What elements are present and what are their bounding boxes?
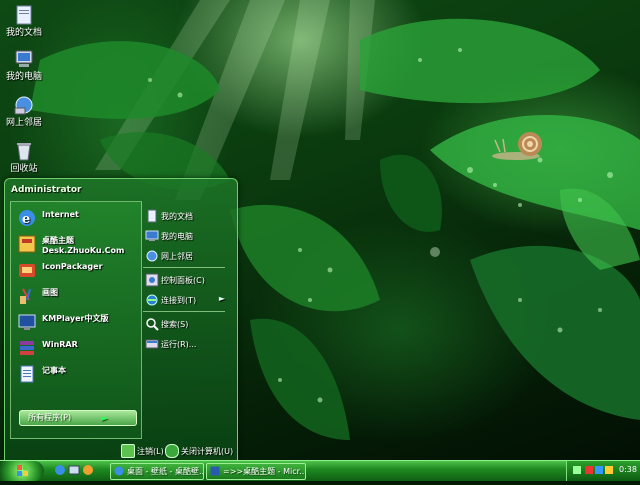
place-run[interactable]: 运行(R)... [143, 335, 229, 353]
shutdown-label: 关闭计算机(U) [181, 447, 234, 456]
taskbar-item-label: =>>桌酷主题 - Micr... [223, 467, 306, 476]
zhuoku-icon [18, 235, 36, 253]
program-label: 桌酷主题 Desk.ZhuoKu.Com [42, 236, 124, 256]
windows-logo-icon [17, 465, 28, 476]
computer-icon [145, 230, 159, 241]
control-panel-icon [145, 273, 159, 287]
program-zhuoku-theme[interactable]: 桌酷主题 Desk.ZhuoKu.Com [15, 232, 141, 256]
logoff-label: 注销(L) [137, 447, 164, 456]
places-separator [143, 311, 225, 312]
program-paint[interactable]: 画图 [15, 284, 141, 308]
iconpackager-icon [19, 264, 35, 277]
place-label: 运行(R)... [161, 340, 197, 349]
start-menu-places-pane: 我的文档 我的电脑 网上邻居 控制面板(C) 连接到(T) ► 搜索(S) 运行… [141, 203, 233, 439]
program-internet[interactable]: e Internet [15, 206, 141, 230]
program-label: 记事本 [42, 366, 66, 375]
logoff-icon [121, 444, 135, 458]
start-menu-footer: 注销(L) 关闭计算机(U) [5, 441, 237, 461]
desktop-icon-label: 回收站 [10, 164, 38, 174]
program-iconpackager[interactable]: IconPackager [15, 258, 141, 282]
place-my-documents[interactable]: 我的文档 [143, 207, 229, 225]
taskbar-item-word[interactable]: =>>桌酷主题 - Micr... [206, 463, 306, 480]
paint-icon [20, 288, 31, 304]
program-label: Internet [42, 210, 79, 219]
ie-icon: e [19, 210, 35, 227]
my-computer-icon [15, 50, 33, 67]
tray-network-icon[interactable] [595, 466, 603, 474]
taskbar-item-browser[interactable]: 桌面 - 壁纸 - 桌酷壁... [110, 463, 204, 480]
start-button[interactable] [0, 461, 44, 481]
place-connect-to[interactable]: 连接到(T) ► [143, 291, 229, 309]
program-label: IconPackager [42, 262, 103, 271]
tray-volume-icon[interactable] [605, 466, 613, 474]
program-label: 画图 [42, 288, 58, 297]
quicklaunch-media-icon[interactable] [82, 464, 94, 476]
place-label: 我的文档 [161, 212, 193, 221]
desktop-icon-my-documents[interactable]: 我的文档 [2, 4, 46, 39]
clock[interactable]: 0:38 [619, 465, 637, 474]
system-tray: 0:38 [566, 461, 640, 481]
place-label: 网上邻居 [161, 252, 193, 261]
place-label: 我的电脑 [161, 232, 193, 241]
taskbar-item-label: 桌面 - 壁纸 - 桌酷壁... [127, 467, 204, 476]
program-label-line2: Desk.ZhuoKu.Com [42, 246, 125, 255]
my-documents-icon [16, 5, 32, 25]
run-icon [145, 339, 159, 349]
network-icon [146, 250, 158, 262]
place-control-panel[interactable]: 控制面板(C) [143, 271, 229, 289]
svg-text:e: e [22, 212, 30, 227]
places-separator [143, 267, 225, 268]
taskbar: 桌面 - 壁纸 - 桌酷壁... =>>桌酷主题 - Micr... 0:38 [0, 460, 640, 481]
place-label: 连接到(T) [161, 296, 197, 305]
kmplayer-icon [18, 314, 36, 330]
winrar-icon [20, 341, 34, 355]
place-search[interactable]: 搜索(S) [143, 315, 229, 333]
word-icon [210, 466, 220, 476]
place-my-computer[interactable]: 我的电脑 [143, 227, 229, 245]
tray-expand-icon[interactable] [573, 466, 581, 474]
desktop-icon-label: 我的电脑 [5, 72, 42, 82]
desktop-icon-label: 网上邻居 [5, 118, 42, 128]
chevron-right-icon: ► [218, 294, 225, 303]
start-menu: Administrator e Internet 桌酷主题 Desk.ZhuoK… [4, 178, 238, 462]
connect-icon [146, 294, 158, 306]
start-menu-programs-pane: e Internet 桌酷主题 Desk.ZhuoKu.Com IconPack… [10, 201, 142, 439]
search-icon [146, 318, 159, 331]
desktop-icon-label: 我的文档 [5, 28, 42, 38]
program-notepad[interactable]: 记事本 [15, 362, 141, 386]
program-kmplayer[interactable]: KMPlayer中文版 [15, 310, 141, 334]
recycle-bin-icon [17, 143, 31, 161]
quicklaunch-desktop-icon[interactable] [68, 464, 80, 476]
all-programs-button[interactable]: 所有程序(P) ► [19, 410, 137, 426]
browser-icon [114, 466, 124, 476]
power-icon [165, 444, 179, 458]
desktop-icon-my-computer[interactable]: 我的电脑 [2, 48, 46, 83]
network-icon [14, 96, 33, 115]
tray-app-icon[interactable] [585, 466, 593, 474]
start-menu-username: Administrator [11, 185, 82, 195]
program-label: WinRAR [42, 340, 78, 349]
quicklaunch-ie-icon[interactable] [54, 464, 66, 476]
place-label: 控制面板(C) [161, 276, 205, 285]
place-label: 搜索(S) [161, 320, 189, 329]
notepad-icon [20, 365, 34, 383]
desktop-icon-recycle-bin[interactable]: 回收站 [2, 140, 46, 175]
desktop-icon-network[interactable]: 网上邻居 [2, 94, 46, 129]
documents-icon [147, 209, 157, 223]
program-winrar[interactable]: WinRAR [15, 336, 141, 360]
program-label: KMPlayer中文版 [42, 314, 109, 323]
all-programs-label: 所有程序(P) [28, 413, 72, 422]
program-label-line1: 桌酷主题 [42, 236, 74, 245]
place-network[interactable]: 网上邻居 [143, 247, 229, 265]
arrow-right-icon: ► [101, 414, 108, 424]
